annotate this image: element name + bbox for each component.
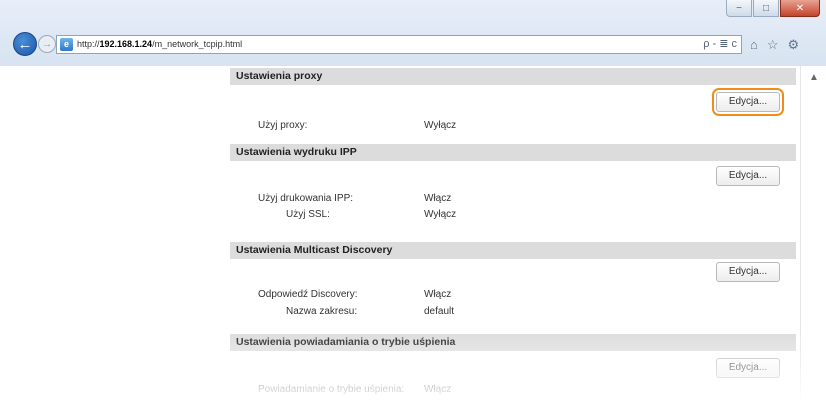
edit-sleep-button[interactable]: Edycja... <box>716 358 780 378</box>
gear-icon[interactable]: ⚙ <box>788 37 800 53</box>
settings-content: Ustawienia proxy Edycja... Użyj proxy: W… <box>230 66 796 400</box>
row-value: default <box>424 306 455 317</box>
row-value: Wyłącz <box>424 120 457 131</box>
forward-arrow-icon[interactable]: → <box>38 35 56 53</box>
row-label: Użyj drukowania IPP: <box>258 193 354 204</box>
row-value: Wyłącz <box>424 209 457 220</box>
scroll-up-icon[interactable]: ▲ <box>809 72 819 83</box>
maximize-button[interactable]: □ <box>753 0 779 17</box>
back-arrow-icon[interactable]: ← <box>13 32 37 56</box>
edit-ipp-button[interactable]: Edycja... <box>716 166 780 186</box>
address-bar[interactable]: e http://192.168.1.24/m_network_tcpip.ht… <box>56 35 742 54</box>
window-controls: − □ ✕ <box>726 0 820 18</box>
row-label: Odpowiedź Discovery: <box>258 289 358 300</box>
scrollbar[interactable]: ▲ <box>800 66 826 400</box>
row-label: Użyj proxy: <box>258 120 308 131</box>
browser-chrome: − □ ✕ ← → e http://192.168.1.24/m_networ… <box>0 0 826 66</box>
row-value: Włącz <box>424 384 452 395</box>
toolbar-icons: ⌂ ☆ ⚙ <box>750 37 799 53</box>
section-header-proxy: Ustawienia proxy <box>230 68 796 85</box>
row-label: Użyj SSL: <box>286 209 330 220</box>
section-header-multicast: Ustawienia Multicast Discovery <box>230 242 796 259</box>
url-text[interactable]: http://192.168.1.24/m_network_tcpip.html <box>77 39 242 49</box>
row-label: Nazwa zakresu: <box>286 306 358 317</box>
page-icon: e <box>60 38 73 51</box>
home-icon[interactable]: ⌂ <box>750 37 758 53</box>
row-label: Powiadamianie o trybie uśpienia: <box>258 384 405 395</box>
address-tools[interactable]: ρ - ≣ c <box>703 37 737 50</box>
close-button[interactable]: ✕ <box>780 0 820 17</box>
star-icon[interactable]: ☆ <box>767 37 779 53</box>
row-value: Włącz <box>424 193 452 204</box>
navigation-bar: ← → e http://192.168.1.24/m_network_tcpi… <box>0 24 826 64</box>
edit-multicast-button[interactable]: Edycja... <box>716 262 780 282</box>
edit-proxy-button[interactable]: Edycja... <box>712 88 784 116</box>
minimize-button[interactable]: − <box>726 0 752 17</box>
left-panel <box>0 66 228 400</box>
row-value: Włącz <box>424 289 452 300</box>
section-header-ipp: Ustawienia wydruku IPP <box>230 144 796 161</box>
section-header-sleep: Ustawienia powiadamiania o trybie uśpien… <box>230 334 796 351</box>
